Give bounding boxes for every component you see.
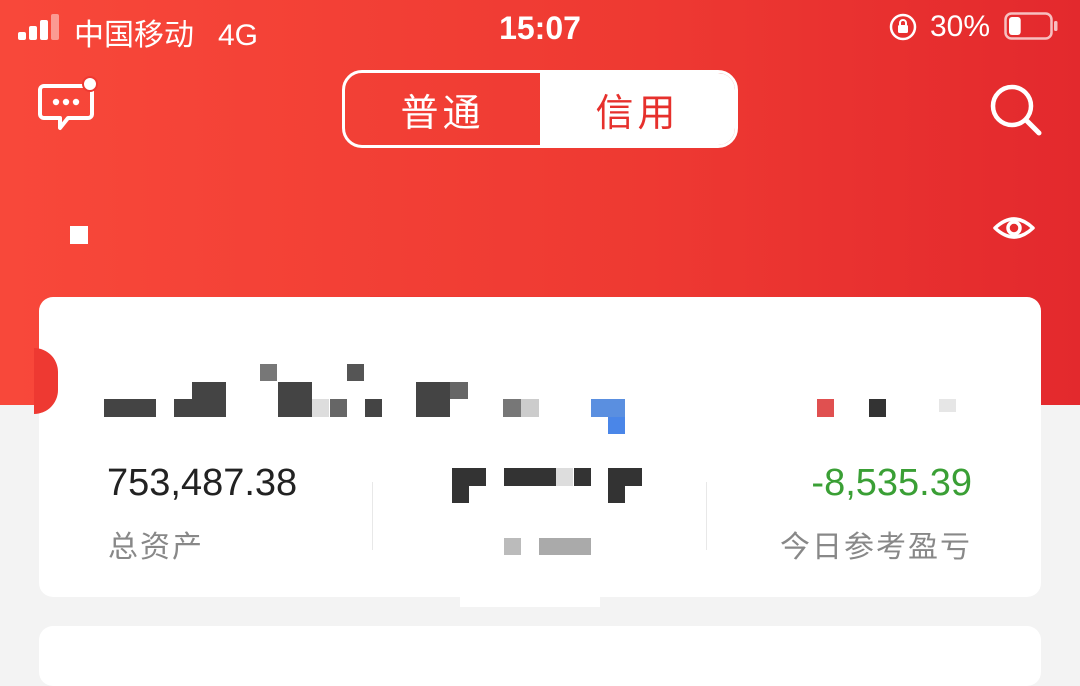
masked-account-name	[70, 226, 88, 244]
masked-region	[460, 597, 600, 607]
total-assets-label: 总资产	[108, 531, 204, 564]
tab-credit[interactable]: 信用	[540, 73, 735, 145]
column-divider	[706, 482, 707, 550]
account-type-switch: 普通 信用	[342, 70, 738, 148]
battery-icon	[1004, 12, 1058, 40]
orientation-lock-icon	[889, 13, 917, 41]
eye-icon[interactable]	[992, 208, 1036, 248]
status-bar: 中国移动 4G 15:07 30%	[0, 0, 1080, 56]
message-icon[interactable]	[38, 74, 104, 140]
daily-pnl-label: 今日参考盈亏	[780, 531, 972, 564]
daily-pnl-value: -8,535.39	[811, 462, 972, 504]
battery-percent: 30%	[930, 10, 991, 43]
column-divider	[372, 482, 373, 550]
next-card	[39, 626, 1041, 686]
total-assets-value: 753,487.38	[107, 462, 298, 504]
status-time: 15:07	[499, 10, 581, 46]
search-icon[interactable]	[988, 82, 1044, 138]
tab-normal[interactable]: 普通	[345, 73, 540, 145]
